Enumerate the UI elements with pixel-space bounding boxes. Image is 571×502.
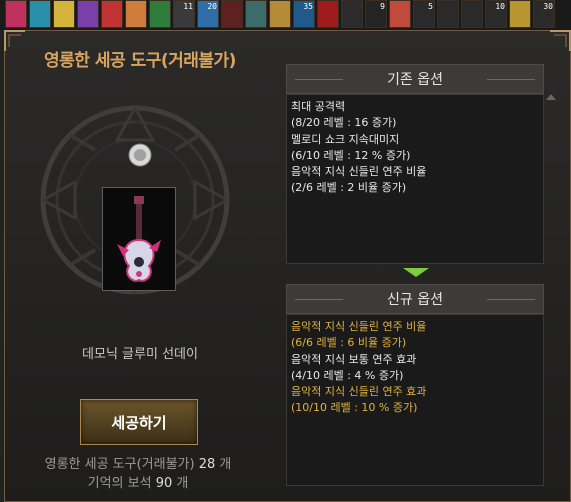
inventory-slot[interactable]: 11 bbox=[173, 0, 195, 28]
new-options-title: 신규 옵션 bbox=[387, 292, 443, 308]
option-line: (2/6 레벨 : 2 비율 증가) bbox=[291, 181, 407, 195]
cost-amount: 28 bbox=[198, 457, 216, 472]
inventory-slot[interactable] bbox=[149, 0, 171, 28]
inventory-slot[interactable]: 35 bbox=[293, 0, 315, 28]
option-line: 최대 공격력 bbox=[291, 100, 346, 113]
option-line: (10/10 레벨 : 10 % 증가) bbox=[291, 401, 418, 415]
inventory-slot[interactable] bbox=[461, 0, 483, 28]
item-name: 데모닉 글루미 선데이 bbox=[82, 347, 198, 362]
divider bbox=[487, 299, 535, 300]
slot-count: 20 bbox=[207, 2, 217, 11]
option-line: (4/10 레벨 : 4 % 증가) bbox=[291, 368, 404, 382]
divider bbox=[295, 79, 343, 80]
new-options-list: 음악적 지식 신들린 연주 비율 (6/6 레벨 : 6 비율 증가) 음악적 지식… bbox=[286, 314, 544, 486]
slot-count: 30 bbox=[543, 2, 553, 11]
scrollbar[interactable] bbox=[545, 94, 557, 486]
option-line: 음악적 지식 보통 연주 효과 bbox=[291, 352, 417, 366]
existing-options-header: 기존 옵션 bbox=[286, 64, 544, 94]
slot-count: 5 bbox=[428, 2, 433, 11]
existing-options-title: 기존 옵션 bbox=[387, 72, 443, 88]
inventory-slot[interactable] bbox=[125, 0, 147, 28]
inventory-slot[interactable] bbox=[317, 0, 339, 28]
guitar-icon bbox=[117, 196, 161, 282]
inventory-slot[interactable]: 9 bbox=[365, 0, 387, 28]
inventory-slot[interactable] bbox=[77, 0, 99, 28]
cost-unit: 개 bbox=[219, 457, 232, 472]
option-line: 음악적 지식 신들린 연주 효과 bbox=[291, 385, 427, 399]
slot-count: 10 bbox=[495, 2, 505, 11]
inventory-slot[interactable]: 5 bbox=[413, 0, 435, 28]
slot-count: 11 bbox=[183, 2, 193, 11]
divider bbox=[295, 299, 343, 300]
cost-list: 영롱한 세공 도구(거래불가) 28 개 기억의 보석 90 개 bbox=[20, 455, 256, 493]
inventory-slot[interactable]: 30 bbox=[533, 0, 555, 28]
cost-label: 영롱한 세공 도구(거래불가) bbox=[44, 457, 195, 472]
inventory-slot[interactable] bbox=[5, 0, 27, 28]
new-options-header: 신규 옵션 bbox=[286, 284, 544, 314]
divider bbox=[487, 79, 535, 80]
option-line: (6/10 레벨 : 12 % 증가) bbox=[291, 148, 411, 162]
corner-ornament-icon bbox=[549, 30, 571, 52]
inventory-slot[interactable]: 20 bbox=[197, 0, 219, 28]
inventory-slot[interactable]: 10 bbox=[485, 0, 507, 28]
cost-line: 기억의 보석 90 개 bbox=[20, 474, 256, 493]
tool-title: 영롱한 세공 도구(거래불가) bbox=[44, 51, 236, 71]
inventory-strip: 11 20 35 9 5 10 30 bbox=[0, 0, 571, 30]
inventory-slot[interactable] bbox=[245, 0, 267, 28]
inventory-slot[interactable] bbox=[341, 0, 363, 28]
slot-count: 9 bbox=[380, 2, 385, 11]
inventory-slot[interactable] bbox=[389, 0, 411, 28]
option-line: (8/20 레벨 : 16 증가) bbox=[291, 116, 397, 130]
option-line: 음악적 지식 신들린 연주 비율 bbox=[291, 165, 427, 179]
slot-count: 35 bbox=[303, 2, 313, 11]
option-line: (6/6 레벨 : 6 비율 증가) bbox=[291, 336, 407, 350]
option-line: 음악적 지식 신들린 연주 비율 bbox=[291, 320, 427, 333]
inventory-slot[interactable] bbox=[101, 0, 123, 28]
cost-unit: 개 bbox=[176, 476, 189, 491]
option-line: 멜로디 쇼크 지속대미지 bbox=[291, 132, 400, 146]
cost-amount: 90 bbox=[155, 476, 173, 491]
cost-line: 영롱한 세공 도구(거래불가) 28 개 bbox=[20, 455, 256, 474]
item-slot[interactable] bbox=[102, 187, 176, 291]
inventory-slot[interactable] bbox=[269, 0, 291, 28]
inventory-slot[interactable] bbox=[221, 0, 243, 28]
inventory-slot[interactable] bbox=[437, 0, 459, 28]
craft-button[interactable]: 세공하기 bbox=[80, 399, 198, 445]
scroll-up-icon[interactable] bbox=[546, 94, 556, 100]
inventory-slot[interactable] bbox=[53, 0, 75, 28]
existing-options-list: 최대 공격력 (8/20 레벨 : 16 증가) 멜로디 쇼크 지속대미지 (6/10… bbox=[286, 94, 544, 264]
inventory-slot[interactable] bbox=[509, 0, 531, 28]
cost-label: 기억의 보석 bbox=[87, 476, 152, 491]
inventory-slot[interactable] bbox=[29, 0, 51, 28]
arrow-down-icon bbox=[403, 268, 429, 277]
